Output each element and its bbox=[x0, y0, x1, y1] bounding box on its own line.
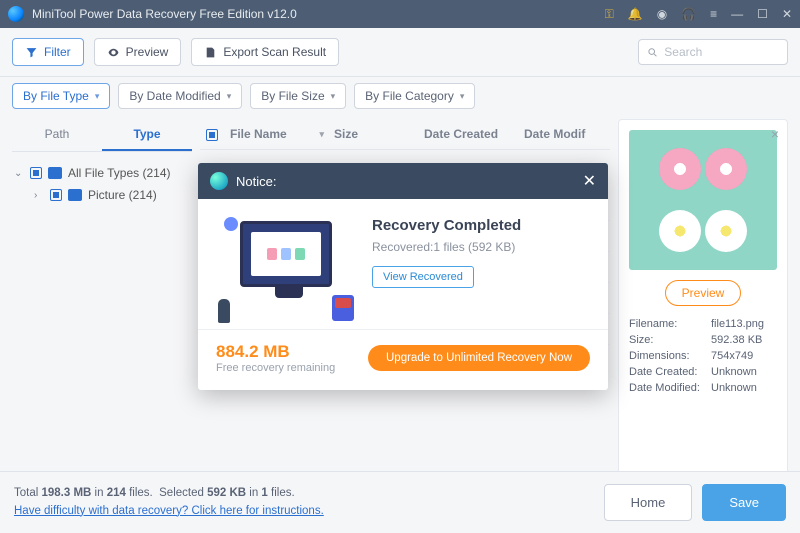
dialog-title: Notice: bbox=[236, 174, 583, 189]
notice-dialog: Notice: ✕ Recovery Completed Recovered:1… bbox=[198, 163, 608, 390]
sort-icon[interactable]: ▾ bbox=[319, 129, 324, 140]
preview-panel: × Preview Filename:file113.png Size:592.… bbox=[618, 119, 788, 479]
status-text: Total 198.3 MB in 214 files. Selected 59… bbox=[14, 485, 324, 520]
close-preview-icon[interactable]: × bbox=[771, 126, 779, 142]
view-recovered-button[interactable]: View Recovered bbox=[372, 266, 474, 288]
disc-icon[interactable]: ◉ bbox=[657, 7, 667, 22]
tree-child-node[interactable]: › Picture (214) bbox=[12, 184, 192, 206]
search-icon bbox=[647, 46, 658, 59]
export-icon bbox=[204, 46, 217, 59]
collapse-icon[interactable]: ⌄ bbox=[14, 168, 24, 179]
home-button[interactable]: Home bbox=[604, 484, 693, 521]
toolbar: Filter Preview Export Scan Result bbox=[0, 28, 800, 77]
by-date-pill[interactable]: By Date Modified▾ bbox=[118, 83, 242, 109]
close-icon[interactable]: ✕ bbox=[782, 7, 792, 22]
maximize-icon[interactable]: ☐ bbox=[757, 7, 768, 22]
tree-root-label: All File Types (214) bbox=[68, 166, 171, 180]
funnel-icon bbox=[25, 46, 38, 59]
file-metadata: Filename:file113.png Size:592.38 KB Dime… bbox=[629, 318, 777, 394]
upgrade-button[interactable]: Upgrade to Unlimited Recovery Now bbox=[368, 345, 590, 371]
folder-icon bbox=[48, 167, 62, 179]
preview-open-button[interactable]: Preview bbox=[665, 280, 742, 306]
filter-button[interactable]: Filter bbox=[12, 38, 84, 66]
help-link[interactable]: Have difficulty with data recovery? Clic… bbox=[14, 505, 324, 517]
filter-row: By File Type▾ By Date Modified▾ By File … bbox=[0, 77, 800, 119]
tree-root-node[interactable]: ⌄ All File Types (214) bbox=[12, 162, 192, 184]
by-file-type-pill[interactable]: By File Type▾ bbox=[12, 83, 110, 109]
key-icon[interactable]: ⚿ bbox=[605, 7, 614, 22]
dialog-subtext: Recovered:1 files (592 KB) bbox=[372, 240, 521, 254]
export-label: Export Scan Result bbox=[223, 45, 326, 59]
col-created[interactable]: Date Created bbox=[424, 127, 524, 141]
flower-image bbox=[705, 148, 747, 190]
bell-icon[interactable]: 🔔 bbox=[628, 7, 643, 22]
dialog-app-icon bbox=[210, 172, 228, 190]
menu-icon[interactable]: ≡ bbox=[710, 7, 717, 22]
dialog-heading: Recovery Completed bbox=[372, 217, 521, 234]
chevron-down-icon: ▾ bbox=[331, 91, 336, 102]
minimize-icon[interactable]: — bbox=[731, 7, 743, 22]
col-size[interactable]: Size bbox=[334, 127, 424, 141]
chevron-down-icon: ▾ bbox=[227, 91, 232, 102]
tab-path[interactable]: Path bbox=[12, 119, 102, 151]
flower-image bbox=[705, 210, 747, 252]
footer: Total 198.3 MB in 214 files. Selected 59… bbox=[0, 471, 800, 533]
chevron-down-icon: ▾ bbox=[95, 91, 100, 102]
app-icon bbox=[8, 6, 24, 22]
expand-icon[interactable]: › bbox=[34, 190, 44, 201]
save-button[interactable]: Save bbox=[702, 484, 786, 521]
remaining-label: Free recovery remaining bbox=[216, 362, 335, 374]
chevron-down-icon: ▾ bbox=[460, 91, 465, 102]
checkbox[interactable] bbox=[30, 167, 42, 179]
tree-child-label: Picture (214) bbox=[88, 188, 157, 202]
filter-label: Filter bbox=[44, 45, 71, 59]
preview-label: Preview bbox=[126, 45, 169, 59]
by-size-pill[interactable]: By File Size▾ bbox=[250, 83, 346, 109]
preview-button[interactable]: Preview bbox=[94, 38, 182, 66]
remaining-amount: 884.2 MB bbox=[216, 342, 335, 362]
col-modified[interactable]: Date Modif bbox=[524, 127, 604, 141]
search-box[interactable] bbox=[638, 39, 788, 65]
eye-icon bbox=[107, 46, 120, 59]
select-all-checkbox[interactable] bbox=[206, 129, 218, 141]
export-button[interactable]: Export Scan Result bbox=[191, 38, 339, 66]
by-category-pill[interactable]: By File Category▾ bbox=[354, 83, 475, 109]
search-input[interactable] bbox=[664, 45, 779, 59]
preview-thumbnail bbox=[629, 130, 777, 270]
dialog-illustration bbox=[216, 217, 356, 317]
checkbox[interactable] bbox=[50, 189, 62, 201]
dialog-close-icon[interactable]: ✕ bbox=[583, 171, 596, 191]
flower-image bbox=[659, 210, 701, 252]
file-list-header: File Name ▾ Size Date Created Date Modif bbox=[200, 119, 610, 150]
window-title: MiniTool Power Data Recovery Free Editio… bbox=[32, 7, 605, 21]
flower-image bbox=[659, 148, 701, 190]
titlebar: MiniTool Power Data Recovery Free Editio… bbox=[0, 0, 800, 28]
headset-icon[interactable]: 🎧 bbox=[681, 7, 696, 22]
dialog-header: Notice: ✕ bbox=[198, 163, 608, 199]
tab-type[interactable]: Type bbox=[102, 119, 192, 151]
tree-panel: Path Type ⌄ All File Types (214) › Pictu… bbox=[12, 119, 192, 479]
picture-icon bbox=[68, 189, 82, 201]
col-name[interactable]: File Name bbox=[230, 127, 287, 141]
